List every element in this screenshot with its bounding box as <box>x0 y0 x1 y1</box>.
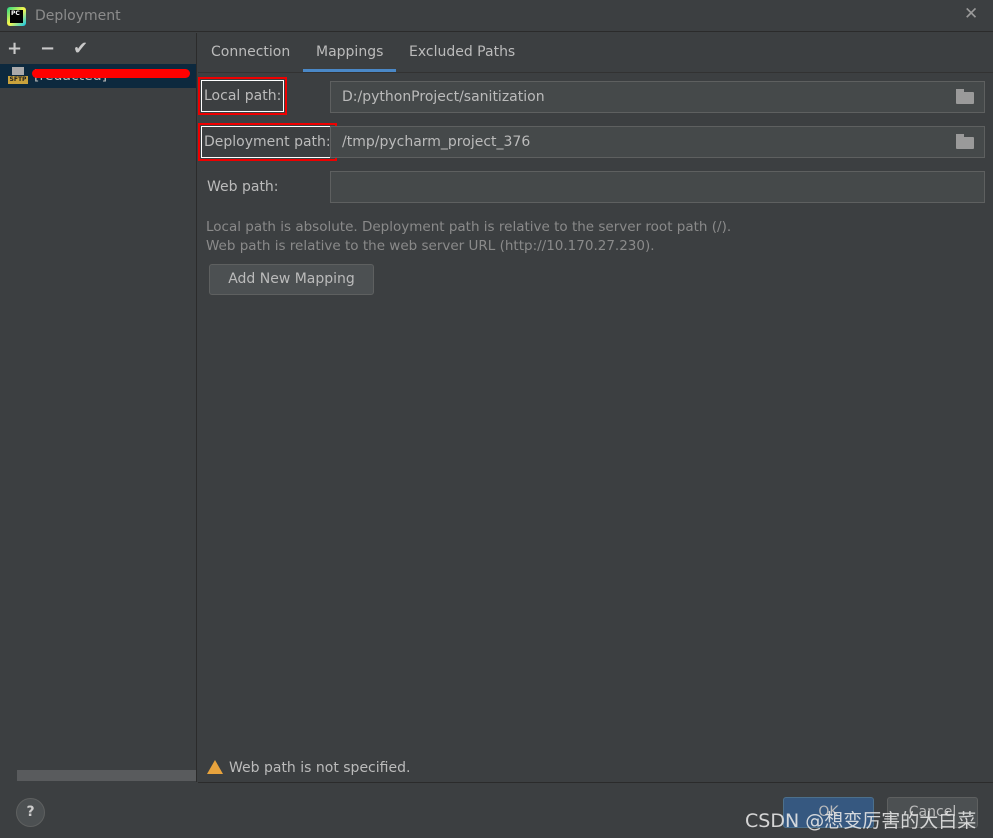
help-text-2: Web path is relative to the web server U… <box>206 238 655 254</box>
pycharm-logo-icon: PC <box>7 7 26 26</box>
tab-connection[interactable]: Connection <box>198 36 303 72</box>
local-path-value: D:/pythonProject/sanitization <box>342 89 545 105</box>
local-path-input[interactable]: D:/pythonProject/sanitization <box>330 81 985 113</box>
warning-text: Web path is not specified. <box>229 760 411 776</box>
warning-icon <box>207 760 223 774</box>
deployment-path-input[interactable]: /tmp/pycharm_project_376 <box>330 126 985 158</box>
help-button[interactable]: ? <box>16 798 45 827</box>
window-title: Deployment <box>35 8 121 24</box>
remove-icon[interactable]: − <box>40 38 55 59</box>
check-icon[interactable]: ✔ <box>73 38 88 59</box>
tab-divider <box>198 72 993 73</box>
folder-icon[interactable] <box>956 89 974 104</box>
deployment-path-value: /tmp/pycharm_project_376 <box>342 134 531 150</box>
watermark: CSDN @想变厉害的大白菜 <box>745 810 977 832</box>
local-path-label: Local path: <box>198 77 288 115</box>
close-icon[interactable]: ✕ <box>964 4 978 24</box>
deployment-path-label: Deployment path: <box>198 123 337 161</box>
redaction-mark <box>32 69 190 78</box>
folder-icon[interactable] <box>956 134 974 149</box>
horizontal-scrollbar[interactable] <box>17 770 196 781</box>
web-path-label: Web path: <box>207 179 279 195</box>
tab-excluded-paths[interactable]: Excluded Paths <box>396 36 528 72</box>
title-bar: PC Deployment ✕ <box>0 0 993 32</box>
web-path-input[interactable] <box>330 171 985 203</box>
server-list-item[interactable]: SFTP [redacted] <box>0 64 196 88</box>
help-text-1: Local path is absolute. Deployment path … <box>206 219 732 235</box>
sftp-server-icon: SFTP <box>8 67 28 85</box>
server-sidebar: + − ✔ SFTP [redacted] <box>0 33 197 782</box>
add-icon[interactable]: + <box>7 38 22 59</box>
warning-message: Web path is not specified. <box>207 760 410 776</box>
tab-mappings[interactable]: Mappings <box>303 36 397 72</box>
add-new-mapping-button[interactable]: Add New Mapping <box>209 264 374 295</box>
footer-divider <box>198 782 993 783</box>
